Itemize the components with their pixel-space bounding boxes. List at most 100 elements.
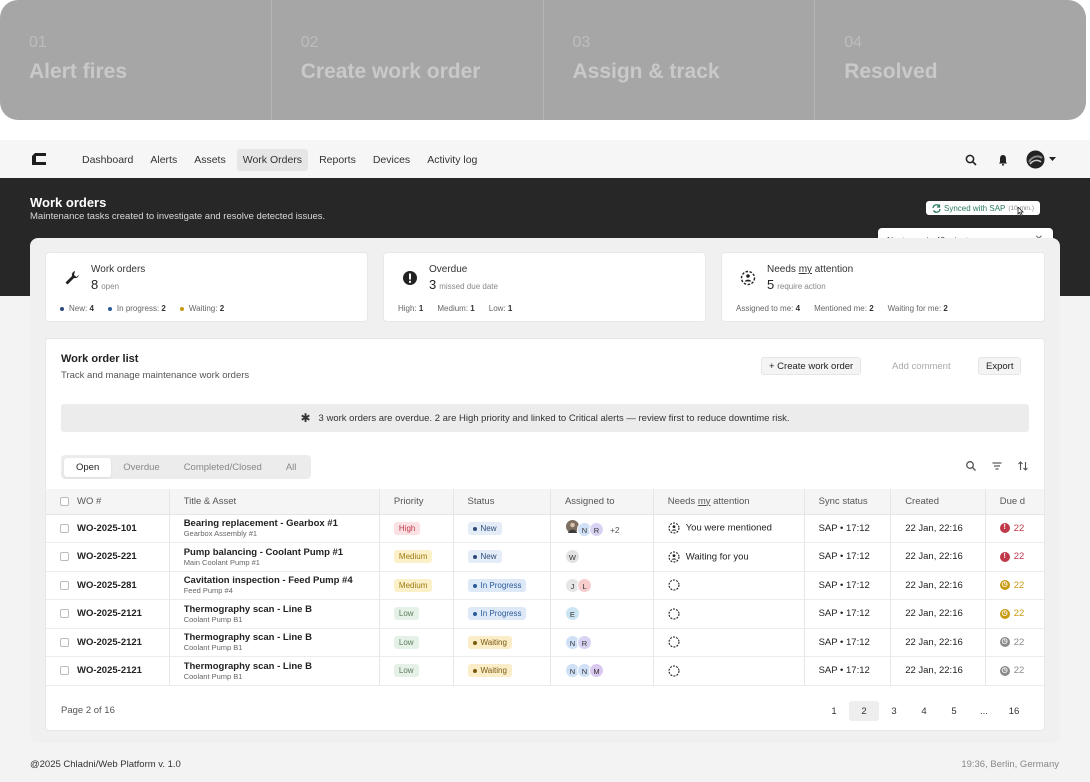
assignees: JL [550, 571, 654, 600]
user-menu-button[interactable] [1026, 150, 1056, 169]
sync-label: Synced with SAP [944, 203, 1006, 213]
step-title: Alert fires [29, 60, 128, 83]
work-order-title[interactable]: Pump balancing - Coolant Pump #1 [184, 547, 369, 558]
nav-activity-log[interactable]: Activity log [421, 149, 483, 171]
nav-alerts[interactable]: Alerts [144, 149, 183, 171]
sync-status-button[interactable]: Synced with SAP (10 min.) [926, 201, 1041, 217]
column-header-created[interactable]: Created [890, 489, 986, 515]
avatar[interactable]: E [564, 606, 580, 622]
column-header-due[interactable]: Due d [985, 489, 1044, 515]
logo-icon[interactable] [30, 152, 48, 166]
summary-card-work-orders[interactable]: Work orders 8 open New: 4 In progress: 2 … [45, 252, 368, 322]
column-header-wo[interactable]: WO # [46, 489, 170, 515]
page-button[interactable]: 4 [909, 701, 939, 721]
nav-assets[interactable]: Assets [188, 149, 232, 171]
page-button[interactable]: 5 [939, 701, 969, 721]
due-date: ◷ 22 [985, 599, 1044, 629]
bell-icon[interactable] [994, 151, 1012, 169]
work-order-title[interactable]: Cavitation inspection - Feed Pump #4 [184, 575, 369, 586]
column-header-assigned[interactable]: Assigned to [550, 489, 654, 515]
attention-icon [668, 522, 680, 534]
work-order-id[interactable]: WO-2025-2121 [77, 608, 142, 619]
card-footer: Assigned to me: 4 Mentioned me: 2 Waitin… [736, 304, 948, 313]
column-header-attention[interactable]: Needs my attention [653, 489, 805, 515]
work-order-id[interactable]: WO-2025-221 [77, 551, 137, 562]
column-header-title[interactable]: Title & Asset [169, 489, 380, 515]
page-button[interactable]: 1 [819, 701, 849, 721]
export-button[interactable]: Export [978, 357, 1022, 375]
avatar[interactable]: L [576, 577, 592, 593]
add-comment-button[interactable]: Add comment [885, 357, 958, 375]
card-footer: New: 4 In progress: 2 Waiting: 2 [60, 304, 224, 313]
attention-cell [653, 571, 805, 600]
table-row[interactable]: WO-2025-2121 Thermography scan - Line B Co… [46, 599, 1044, 629]
summary-card-overdue[interactable]: Overdue 3 missed due date High: 1 Medium:… [383, 252, 706, 322]
row-checkbox[interactable] [60, 580, 69, 590]
tab-open[interactable]: Open [64, 457, 112, 477]
table-row[interactable]: WO-2025-101 Bearing replacement - Gearbox… [46, 514, 1044, 543]
table-row[interactable]: WO-2025-281 Cavitation inspection - Feed … [46, 571, 1044, 600]
avatar[interactable]: R [588, 522, 604, 538]
stat-mentioned: Mentioned me: 2 [814, 304, 874, 313]
nav-links: Dashboard Alerts Assets Work Orders Repo… [76, 149, 488, 171]
work-order-title[interactable]: Thermography scan - Line B [184, 632, 369, 643]
stat-waiting-for-me: Waiting for me: 2 [887, 304, 948, 313]
step-title: Assign & track [572, 60, 720, 83]
pending-icon [668, 608, 680, 620]
attention-cell [653, 599, 805, 629]
stat-low: Low: 1 [488, 304, 513, 313]
filter-icon[interactable] [991, 460, 1003, 472]
work-order-title[interactable]: Thermography scan - Line B [184, 661, 369, 672]
row-checkbox[interactable] [60, 637, 69, 647]
row-checkbox[interactable] [60, 523, 69, 533]
step-2: 02 Create work order [272, 0, 544, 120]
work-order-id[interactable]: WO-2025-281 [77, 580, 137, 591]
nav-devices[interactable]: Devices [367, 149, 416, 171]
work-order-id[interactable]: WO-2025-2121 [77, 665, 142, 676]
status-badge: New [467, 550, 502, 564]
page-button[interactable]: 3 [879, 701, 909, 721]
table-row[interactable]: WO-2025-2121 Thermography scan - Line B Co… [46, 656, 1044, 686]
nav-work-orders[interactable]: Work Orders [236, 149, 309, 171]
tab-all[interactable]: All [274, 458, 309, 477]
avatar[interactable]: W [564, 549, 580, 565]
create-work-order-button[interactable]: + Create work order [761, 357, 862, 375]
summary-card-attention[interactable]: Needs my attention 5 require action Assig… [721, 252, 1045, 322]
table-row[interactable]: WO-2025-2121 Thermography scan - Line B Co… [46, 628, 1044, 657]
tab-overdue[interactable]: Overdue [111, 458, 171, 477]
row-checkbox[interactable] [60, 609, 69, 619]
avatar[interactable]: R [576, 634, 592, 650]
table-row[interactable]: WO-2025-221 Pump balancing - Coolant Pump… [46, 542, 1044, 572]
column-header-priority[interactable]: Priority [379, 489, 454, 515]
avatar[interactable]: M [588, 663, 604, 679]
page-ellipsis: ... [980, 705, 988, 717]
footer-location-time: 19:36, Berlin, Germany [961, 759, 1059, 770]
nav-dashboard[interactable]: Dashboard [76, 149, 139, 171]
select-all-checkbox[interactable] [60, 496, 69, 506]
more-assignees[interactable]: +2 [610, 525, 620, 535]
search-icon[interactable] [962, 151, 980, 169]
page-button[interactable]: 16 [999, 701, 1029, 721]
card-title: Work orders [91, 264, 146, 275]
column-header-sync[interactable]: Sync status [804, 489, 892, 515]
row-checkbox[interactable] [60, 666, 69, 676]
sort-icon[interactable] [1017, 460, 1029, 472]
chevron-down-icon [1049, 157, 1056, 161]
search-icon[interactable] [965, 460, 977, 472]
attention-icon [668, 551, 680, 563]
attention-cell: You were mentioned [653, 514, 805, 543]
asset-name: Feed Pump #4 [183, 586, 233, 596]
work-order-title[interactable]: Thermography scan - Line B [184, 604, 369, 615]
row-checkbox[interactable] [60, 552, 69, 562]
work-order-id[interactable]: WO-2025-101 [77, 523, 137, 534]
page-button-current[interactable]: 2 [849, 701, 879, 721]
work-order-title[interactable]: Bearing replacement - Gearbox #1 [184, 518, 369, 529]
wrench-icon [65, 271, 79, 285]
pending-icon [668, 665, 680, 677]
work-order-id[interactable]: WO-2025-2121 [77, 637, 142, 648]
tab-completed-closed[interactable]: Completed/Closed [172, 458, 274, 477]
status-badge: New [467, 521, 502, 535]
nav-reports[interactable]: Reports [313, 149, 362, 171]
column-header-status[interactable]: Status [453, 489, 551, 515]
app-window: Dashboard Alerts Assets Work Orders Repo… [0, 140, 1090, 782]
